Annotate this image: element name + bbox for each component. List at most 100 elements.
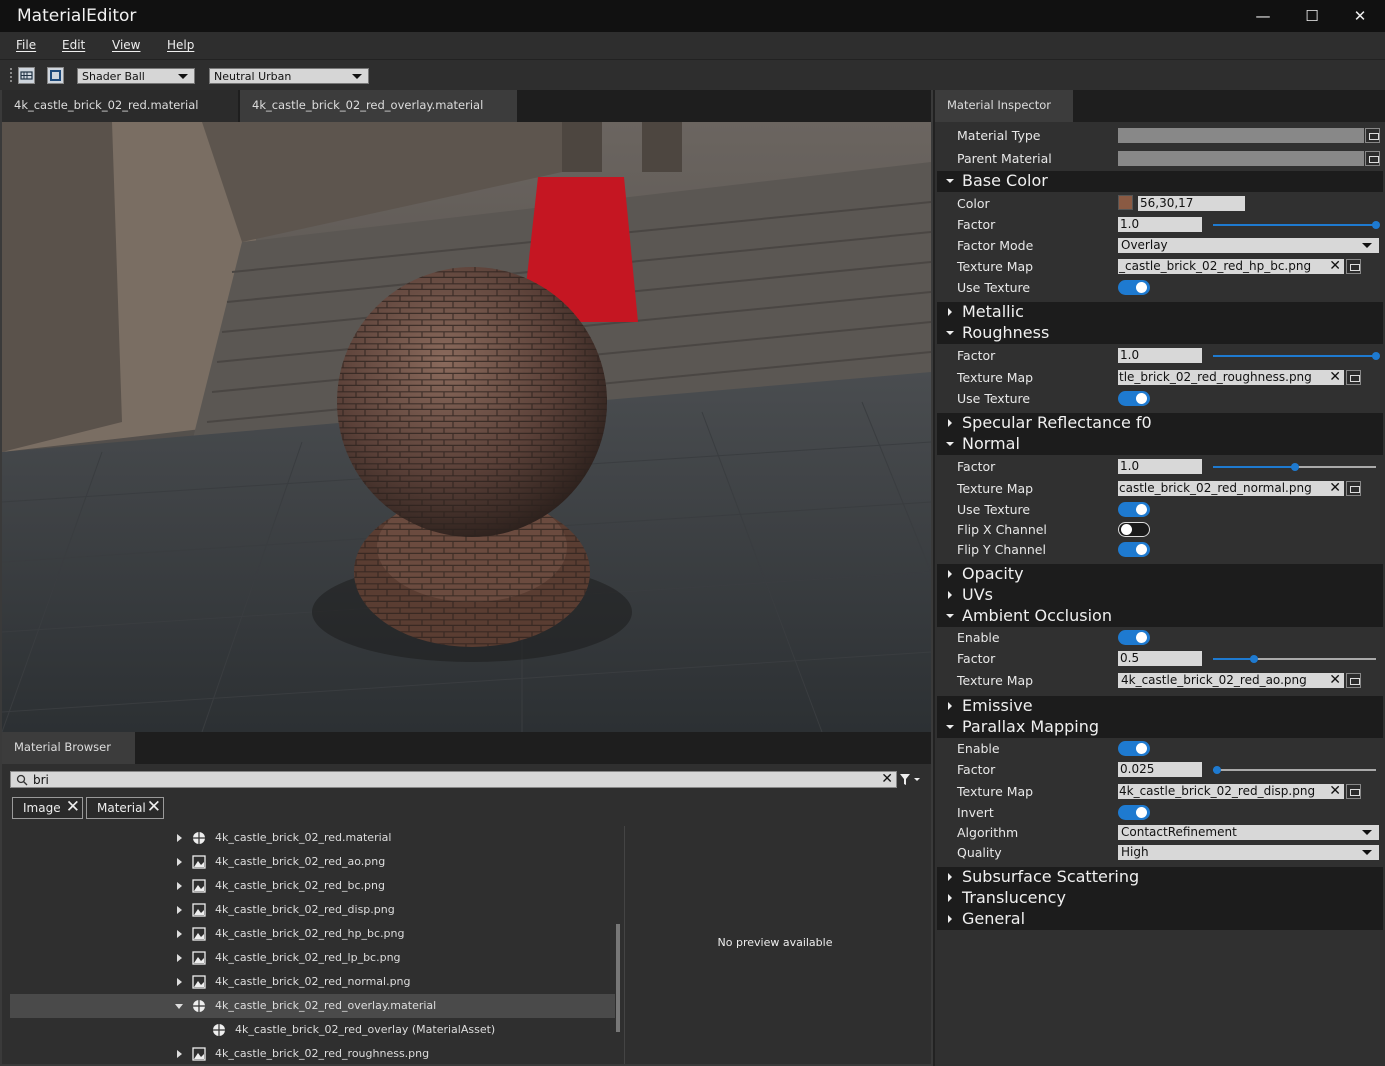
expand-icon[interactable]: [177, 858, 182, 866]
clear-icon[interactable]: ✕: [1327, 370, 1341, 384]
enable-toggle[interactable]: [1118, 630, 1150, 645]
collapse-icon[interactable]: [175, 1004, 183, 1009]
minimize-button[interactable]: —: [1240, 0, 1286, 32]
shadow-catcher-icon[interactable]: [47, 67, 64, 84]
group-parallax-mapping[interactable]: Parallax Mapping: [937, 717, 1383, 738]
group-translucency[interactable]: Translucency: [937, 888, 1383, 909]
tree-row[interactable]: 4k_castle_brick_02_red_bc.png: [10, 874, 615, 898]
clear-icon[interactable]: ✕: [1327, 673, 1341, 687]
factor-slider[interactable]: [1213, 655, 1376, 663]
clear-icon[interactable]: ✕: [1327, 784, 1341, 798]
render-viewport[interactable]: [2, 122, 931, 732]
flip-x-toggle[interactable]: [1118, 522, 1150, 537]
group-subsurface-scattering[interactable]: Subsurface Scattering: [937, 867, 1383, 888]
clear-icon[interactable]: ✕: [1327, 259, 1341, 273]
flip-y-toggle[interactable]: [1118, 542, 1150, 557]
tree-row-selected[interactable]: 4k_castle_brick_02_red_overlay.material: [10, 994, 615, 1018]
group-metallic[interactable]: Metallic: [937, 302, 1383, 323]
factor-mode-select[interactable]: Overlay: [1118, 238, 1379, 253]
menu-file[interactable]: File: [16, 38, 36, 52]
folder-icon[interactable]: [1365, 128, 1380, 143]
menu-edit[interactable]: Edit: [62, 38, 85, 52]
texture-map-field[interactable]: castle_brick_02_red_normal.png ✕: [1118, 481, 1344, 496]
tab-document-1[interactable]: 4k_castle_brick_02_red.material: [2, 90, 238, 122]
tree-row[interactable]: 4k_castle_brick_02_red.material: [10, 826, 615, 850]
factor-input[interactable]: 0.025: [1118, 762, 1202, 777]
lighting-select[interactable]: Neutral Urban: [209, 68, 369, 84]
group-normal[interactable]: Normal: [937, 434, 1383, 455]
expand-icon[interactable]: [177, 930, 182, 938]
expand-icon[interactable]: [177, 978, 182, 986]
maximize-button[interactable]: ☐: [1289, 0, 1335, 32]
factor-input[interactable]: 1.0: [1118, 348, 1202, 363]
expand-icon[interactable]: [177, 882, 182, 890]
color-swatch[interactable]: [1118, 195, 1133, 210]
texture-map-field[interactable]: 4k_castle_brick_02_red_disp.png ✕: [1118, 784, 1344, 799]
factor-slider[interactable]: [1213, 221, 1380, 229]
clear-icon[interactable]: ✕: [1327, 481, 1341, 495]
group-ambient-occlusion[interactable]: Ambient Occlusion: [937, 606, 1383, 627]
tree-row[interactable]: 4k_castle_brick_02_red_normal.png: [10, 970, 615, 994]
factor-slider[interactable]: [1213, 766, 1376, 774]
model-select[interactable]: Shader Ball: [77, 68, 195, 84]
texture-map-field[interactable]: tle_brick_02_red_roughness.png ✕: [1118, 370, 1344, 385]
tree-row[interactable]: 4k_castle_brick_02_red_roughness.png: [10, 1042, 615, 1064]
group-opacity[interactable]: Opacity: [937, 564, 1383, 585]
group-general[interactable]: General: [937, 909, 1383, 930]
texture-map-field[interactable]: _castle_brick_02_red_hp_bc.png ✕: [1118, 259, 1344, 274]
use-texture-toggle[interactable]: [1118, 280, 1150, 295]
group-emissive[interactable]: Emissive: [937, 696, 1383, 717]
group-base-color[interactable]: Base Color: [937, 171, 1383, 192]
tree-row[interactable]: 4k_castle_brick_02_red_lp_bc.png: [10, 946, 615, 970]
algorithm-select[interactable]: ContactRefinement: [1118, 825, 1379, 840]
factor-slider[interactable]: [1213, 463, 1376, 471]
group-specular[interactable]: Specular Reflectance f0: [937, 413, 1383, 434]
expand-icon: [948, 308, 952, 316]
quality-select[interactable]: High: [1118, 845, 1379, 860]
expand-icon[interactable]: [177, 954, 182, 962]
menu-help[interactable]: Help: [167, 38, 194, 52]
material-type-field[interactable]: [1118, 128, 1364, 143]
expand-icon[interactable]: [177, 906, 182, 914]
folder-icon[interactable]: [1346, 370, 1361, 385]
parent-material-field[interactable]: [1118, 151, 1364, 166]
use-texture-toggle[interactable]: [1118, 502, 1150, 517]
tree-row[interactable]: 4k_castle_brick_02_red_disp.png: [10, 898, 615, 922]
tab-material-browser[interactable]: Material Browser: [2, 732, 135, 764]
menu-view[interactable]: View: [112, 38, 140, 52]
color-value-field[interactable]: 56,30,17: [1138, 196, 1245, 211]
tab-document-2[interactable]: 4k_castle_brick_02_red_overlay.material: [240, 90, 517, 122]
group-roughness[interactable]: Roughness: [937, 323, 1383, 344]
folder-icon[interactable]: [1346, 673, 1361, 688]
grid-toggle-icon[interactable]: [18, 67, 35, 84]
expand-icon[interactable]: [177, 1050, 182, 1058]
expand-icon[interactable]: [177, 834, 182, 842]
search-input[interactable]: bri ✕: [10, 771, 897, 788]
tree-row[interactable]: 4k_castle_brick_02_red_overlay (Material…: [10, 1018, 615, 1042]
invert-toggle[interactable]: [1118, 805, 1150, 820]
tree-row[interactable]: 4k_castle_brick_02_red_ao.png: [10, 850, 615, 874]
image-file-icon: [192, 879, 206, 893]
tab-material-inspector[interactable]: Material Inspector: [935, 90, 1073, 122]
texture-map-field[interactable]: 4k_castle_brick_02_red_ao.png ✕: [1118, 673, 1344, 688]
use-texture-toggle[interactable]: [1118, 391, 1150, 406]
clear-search-icon[interactable]: ✕: [881, 771, 893, 787]
factor-input[interactable]: 1.0: [1118, 217, 1202, 232]
factor-slider[interactable]: [1213, 352, 1380, 360]
remove-filter-icon[interactable]: ✕: [66, 797, 80, 817]
filter-chip-image[interactable]: Image ✕: [12, 797, 83, 819]
tree-scrollbar[interactable]: [616, 924, 620, 1032]
remove-filter-icon[interactable]: ✕: [147, 797, 161, 817]
folder-icon[interactable]: [1346, 784, 1361, 799]
filter-icon[interactable]: [900, 773, 922, 786]
close-button[interactable]: ✕: [1337, 0, 1383, 32]
group-uvs[interactable]: UVs: [937, 585, 1383, 606]
folder-icon[interactable]: [1346, 481, 1361, 496]
factor-input[interactable]: 0.5: [1118, 651, 1202, 666]
tree-row[interactable]: 4k_castle_brick_02_red_hp_bc.png: [10, 922, 615, 946]
factor-input[interactable]: 1.0: [1118, 459, 1202, 474]
folder-icon[interactable]: [1346, 259, 1361, 274]
folder-icon[interactable]: [1365, 151, 1380, 166]
enable-toggle[interactable]: [1118, 741, 1150, 756]
filter-chip-material[interactable]: Material ✕: [86, 797, 164, 819]
